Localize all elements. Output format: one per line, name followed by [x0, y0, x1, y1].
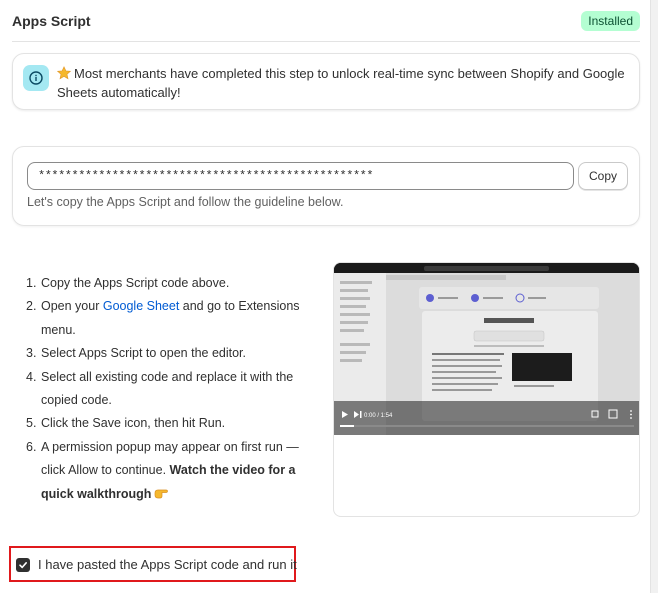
- tutorial-video[interactable]: 0:00 / 1:54: [334, 263, 639, 435]
- banner-text: Most merchants have completed this step …: [57, 66, 625, 100]
- apps-script-code-field[interactable]: ****************************************…: [27, 162, 574, 190]
- list-item: 5. Click the Save icon, then hit Run.: [26, 416, 226, 431]
- pointing-hand-icon: [155, 489, 169, 499]
- scrollbar[interactable]: [650, 0, 658, 593]
- info-banner: Most merchants have completed this step …: [12, 53, 640, 110]
- google-sheet-link[interactable]: Google Sheet: [103, 299, 179, 313]
- star-icon: [57, 66, 71, 80]
- list-item: 3. Select Apps Script to open the editor.: [26, 346, 246, 361]
- code-hint: Let's copy the Apps Script and follow th…: [27, 195, 344, 209]
- paste-confirmation-checkbox[interactable]: [16, 558, 30, 572]
- confirmation-label[interactable]: I have pasted the Apps Script code and r…: [38, 557, 297, 572]
- copy-button[interactable]: Copy: [578, 162, 628, 190]
- banner-message: Most merchants have completed this step …: [57, 64, 627, 102]
- list-item: 1. Copy the Apps Script code above.: [26, 276, 230, 290]
- list-item: 4. Select all existing code and replace i…: [26, 369, 294, 408]
- checkmark-icon: [19, 561, 27, 569]
- status-badge: Installed: [581, 11, 640, 31]
- info-icon: [23, 65, 49, 91]
- instruction-steps: 1. Copy the Apps Script code above. 2. Ope…: [26, 272, 311, 506]
- section-title: Apps Script: [12, 13, 91, 29]
- list-item: 2. Open your Google Sheet and go to Exten…: [26, 299, 300, 337]
- video-time: 0:00 / 1:54: [364, 413, 393, 419]
- video-card: 0:00 / 1:54: [333, 262, 640, 517]
- list-item: 6. A permission popup may appear on first…: [26, 439, 299, 501]
- section-header: Apps Script Installed: [12, 8, 640, 42]
- confirmation-row: I have pasted the Apps Script code and r…: [9, 546, 297, 582]
- code-card: ****************************************…: [12, 146, 640, 226]
- apps-script-panel: Apps Script Installed Most merchants hav…: [0, 0, 650, 593]
